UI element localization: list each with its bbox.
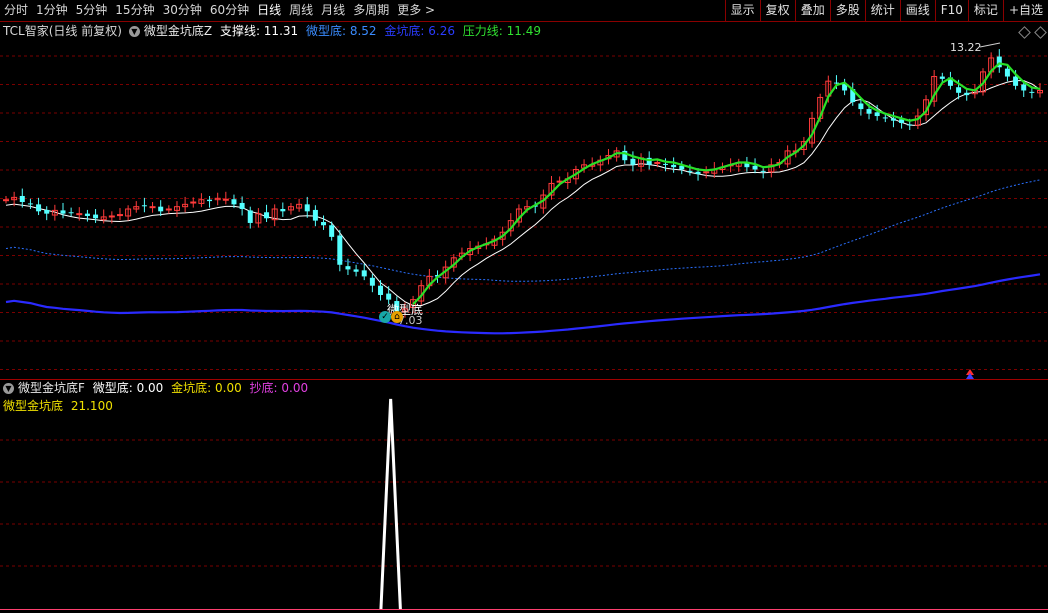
candle [165,205,172,214]
sub-grid [0,439,1048,567]
candle [182,196,189,213]
candle [141,197,147,213]
period-tab-1[interactable]: 1分钟 [32,0,72,21]
candle [1037,83,1043,98]
candle [44,206,50,221]
tools-menu: 显示 复权 叠加 多股 统计 画线 F10 标记 +自选 [724,0,1048,21]
candle [337,229,343,272]
period-tab-5[interactable]: 60分钟 [206,0,253,21]
tool-button-1[interactable]: 复权 [759,0,795,21]
period-tab-9[interactable]: 多周期 [349,0,393,21]
candle [173,201,180,217]
period-tab-10[interactable]: 更多 > [393,0,439,21]
candle [353,264,359,277]
candle [947,71,953,90]
candle [247,206,253,229]
candle [133,201,140,213]
tool-button-3[interactable]: 多股 [829,0,865,21]
candle [361,263,367,281]
candle [158,200,164,216]
tool-button-7[interactable]: 标记 [967,0,1003,21]
candle [93,209,99,223]
candle [378,280,384,301]
candle [321,215,327,230]
candle [280,202,286,217]
candle [679,161,685,175]
candle [36,197,42,216]
candles [3,49,1043,318]
candle [68,207,74,217]
candle [931,70,938,107]
candle [890,111,896,128]
tool-button-4[interactable]: 统计 [864,0,900,21]
high-arrow [979,42,1001,48]
tool-button-8[interactable]: +自选 [1002,0,1048,21]
candle [116,208,123,221]
candle [548,176,555,200]
gold-pit-line [5,179,1041,282]
candle [638,153,645,172]
candle [84,209,90,222]
candle [296,198,303,212]
candle [60,202,66,219]
signal-check-icon: ✓ [379,311,391,323]
tool-button-0[interactable]: 显示 [724,0,760,21]
candle [703,166,710,179]
candle [312,205,318,227]
high-price-label: 13.22 [950,41,982,54]
period-tab-0[interactable]: 分时 [0,0,32,21]
sub-indicator-chart[interactable] [0,380,1048,609]
candle [369,274,375,293]
tool-button-5[interactable]: 画线 [899,0,935,21]
candle [386,286,392,305]
signal-spike [379,398,402,609]
candle [264,204,270,223]
candle [671,157,677,173]
candle [125,205,132,221]
period-tab-2[interactable]: 5分钟 [72,0,112,21]
candle [304,196,310,218]
candle [149,202,156,213]
signal-home-icon: ⌂ [391,311,403,323]
bottom-border [0,609,1048,610]
main-kline-chart[interactable] [0,22,1048,379]
candle [207,195,213,208]
candle [27,198,33,209]
candle [271,204,278,227]
candle [287,202,294,215]
period-tab-6[interactable]: 日线 [253,0,285,21]
candle [630,151,636,172]
micro-bottom-line [5,273,1041,335]
period-menu: 分时 1分钟 5分钟 15分钟 30分钟 60分钟 日线 周线 月线 多周期 更多 > [0,0,439,21]
candle [597,155,604,172]
tool-button-6[interactable]: F10 [934,0,968,21]
tool-button-2[interactable]: 叠加 [794,0,830,21]
candle [996,49,1002,73]
candle [190,197,197,208]
candle [255,208,262,228]
candle [198,193,205,208]
candle [214,192,221,206]
candle [842,78,848,96]
period-toolbar: 分时 1分钟 5分钟 15分钟 30分钟 60分钟 日线 周线 月线 多周期 更多 > 显示 复权 叠加… [0,0,1048,22]
candle [3,195,9,204]
candle [768,158,775,178]
period-tab-3[interactable]: 15分钟 [111,0,158,21]
period-tab-4[interactable]: 30分钟 [159,0,206,21]
period-tab-7[interactable]: 周线 [285,0,317,21]
pressure-line [412,62,1041,306]
candle [239,196,245,216]
period-tab-8[interactable]: 月线 [317,0,349,21]
